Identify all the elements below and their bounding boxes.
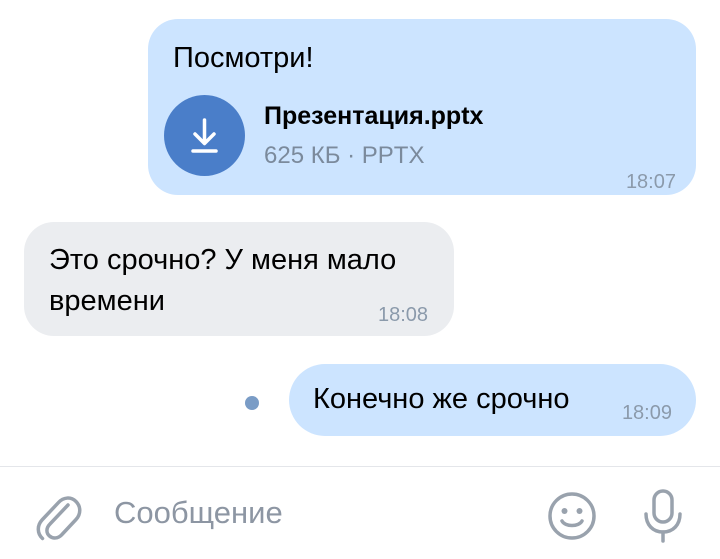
download-icon[interactable] (164, 95, 245, 176)
message-text: Конечно же срочно (313, 383, 570, 415)
message-list: Посмотри! Презентация.pptx 625 КБ · PPTX… (0, 0, 720, 466)
emoji-icon[interactable] (546, 490, 598, 542)
outgoing-message[interactable]: Конечно же срочно 18:09 (289, 364, 696, 436)
file-meta: 625 КБ · PPTX (264, 142, 425, 169)
message-text: Посмотри! (173, 42, 314, 74)
file-name[interactable]: Презентация.pptx (264, 101, 483, 131)
message-composer (0, 466, 720, 559)
microphone-icon[interactable] (636, 487, 690, 545)
paperclip-icon[interactable] (34, 491, 82, 543)
outgoing-message[interactable]: Посмотри! Презентация.pptx 625 КБ · PPTX… (148, 19, 696, 195)
message-time: 18:08 (378, 304, 429, 326)
message-time: 18:09 (621, 402, 672, 424)
message-time: 18:07 (625, 171, 676, 193)
message-input[interactable] (104, 487, 544, 539)
unread-indicator (245, 396, 259, 410)
